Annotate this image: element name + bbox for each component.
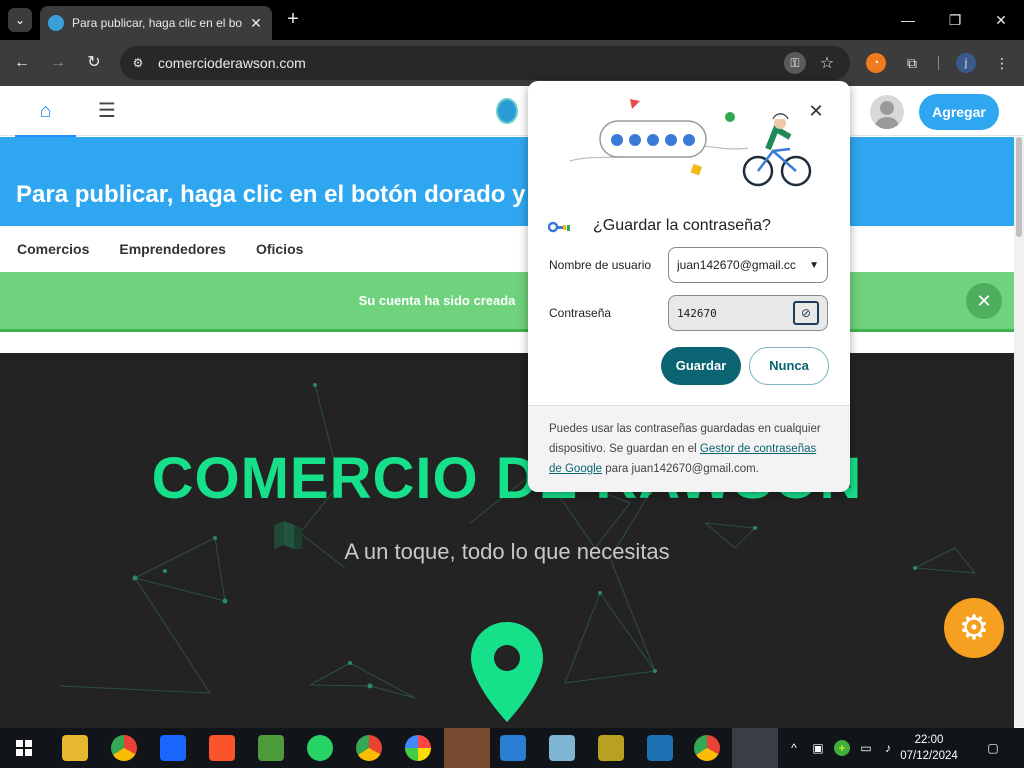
- chrome-profile-icon[interactable]: [356, 735, 382, 761]
- site-info-icon[interactable]: ⚙: [130, 55, 146, 71]
- category-oficios[interactable]: Oficios: [256, 241, 303, 257]
- tray-chevron-icon[interactable]: ^: [786, 740, 802, 756]
- chrome-active-icon[interactable]: [732, 728, 778, 768]
- never-save-button[interactable]: Nunca: [749, 347, 829, 385]
- bookmark-star-icon[interactable]: ☆: [816, 53, 838, 73]
- password-illustration: [569, 99, 812, 187]
- username-label: Nombre de usuario: [549, 258, 652, 272]
- minimize-icon[interactable]: —: [898, 10, 918, 30]
- back-arrow-icon[interactable]: ←: [12, 53, 32, 73]
- save-password-button[interactable]: Guardar: [661, 347, 741, 385]
- password-field[interactable]: 142670 ⊘: [668, 295, 828, 331]
- scrollbar-thumb[interactable]: [1016, 137, 1022, 237]
- close-popup-icon[interactable]: ✕: [806, 101, 826, 121]
- dialog-title: ¿Guardar la contraseña?: [593, 217, 771, 234]
- dialog-footer: Puedes usar las contraseñas guardadas en…: [528, 405, 850, 492]
- volume-icon[interactable]: ♪: [880, 740, 896, 756]
- hero-subtitle: A un toque, todo lo que necesitas: [344, 539, 670, 564]
- app-k-icon[interactable]: [160, 735, 186, 761]
- alert-close-icon[interactable]: ✕: [966, 283, 1002, 319]
- footer-text-end: para juan142670@gmail.com.: [602, 463, 759, 475]
- category-nav: Comercios Emprendedores Oficios: [0, 226, 1014, 272]
- clock-date: 07/12/2024: [900, 750, 958, 762]
- network-icon[interactable]: ▭: [858, 740, 874, 756]
- extension-icon[interactable]: ◔: [866, 53, 886, 73]
- taskbar: ^ ▣ + ▭ ♪ 22:00 07/12/2024 ▢: [0, 728, 1024, 768]
- chrome-icon[interactable]: [111, 735, 137, 761]
- active-tab[interactable]: Para publicar, haga clic en el bo ✕: [40, 6, 272, 40]
- close-tab-icon[interactable]: ✕: [248, 15, 264, 32]
- password-key-icon[interactable]: ⚿: [784, 52, 806, 74]
- url-text[interactable]: comercioderawson.com: [158, 55, 784, 71]
- file-explorer-icon[interactable]: [62, 735, 88, 761]
- color-app-icon[interactable]: [405, 735, 431, 761]
- home-icon[interactable]: ⌂: [15, 86, 76, 138]
- dropdown-arrow-icon[interactable]: ▼: [809, 260, 819, 271]
- success-alert: Su cuenta ha sido creada: [0, 272, 1014, 332]
- clock[interactable]: 22:00 07/12/2024: [896, 732, 962, 764]
- fireworks-icon[interactable]: [598, 735, 624, 761]
- tab-strip: ⌄ Para publicar, haga clic en el bo ✕ + …: [0, 0, 1024, 40]
- clock-time: 22:00: [914, 734, 944, 746]
- username-select[interactable]: juan142670@gmail.cc ▼: [668, 247, 828, 283]
- tab-title: Para publicar, haga clic en el bo: [72, 16, 243, 30]
- user-avatar[interactable]: [870, 95, 904, 129]
- category-comercios[interactable]: Comercios: [17, 241, 89, 257]
- web-page: ⌂ ☰ Agregar Para publicar, haga clic en …: [0, 86, 1024, 728]
- restore-icon[interactable]: ❐: [945, 10, 965, 30]
- browser-toolbar: ← → ↻ ⚙ comercioderawson.com ⚿ ☆ ◔ ⧉ j ⋮: [0, 40, 1024, 86]
- username-value: juan142670@gmail.cc: [677, 258, 796, 272]
- hero-title: COMERCIO DE RAWSON: [151, 446, 863, 511]
- brave-icon[interactable]: [209, 735, 235, 761]
- agregar-button[interactable]: Agregar: [919, 94, 999, 130]
- tray-app-icon[interactable]: +: [834, 740, 850, 756]
- pen-app-icon[interactable]: [444, 728, 490, 768]
- save-password-dialog: ✕ ¿Guardar la contraseña? Nombre de usua…: [528, 81, 850, 492]
- address-bar[interactable]: ⚙ comercioderawson.com ⚿ ☆: [120, 46, 850, 80]
- windows-start-icon[interactable]: [16, 740, 32, 756]
- toolbar-divider: [938, 56, 939, 70]
- tab-search-button[interactable]: ⌄: [8, 8, 32, 32]
- menu-dots-icon[interactable]: ⋮: [992, 53, 1012, 73]
- settings-gear-icon[interactable]: ⚙: [944, 598, 1004, 658]
- reload-icon[interactable]: ↻: [84, 53, 104, 73]
- hide-password-eye-icon[interactable]: ⊘: [793, 301, 819, 325]
- notifications-icon[interactable]: ▢: [984, 740, 1002, 756]
- publish-banner: Para publicar, haga clic en el botón dor…: [0, 137, 1014, 226]
- app-frame-icon[interactable]: [647, 735, 673, 761]
- new-tab-button[interactable]: +: [282, 8, 304, 30]
- password-value: 142670: [677, 306, 717, 320]
- site-logo-icon[interactable]: [496, 98, 518, 124]
- category-emprendedores[interactable]: Emprendedores: [119, 241, 226, 257]
- forward-arrow-icon[interactable]: →: [48, 53, 68, 73]
- map-pin-icon: [471, 622, 543, 722]
- app-notes-icon[interactable]: [549, 735, 575, 761]
- tray-device-icon[interactable]: ▣: [810, 740, 826, 756]
- hero-section: COMERCIO DE RAWSON A un toque, todo lo q…: [0, 353, 1014, 728]
- whatsapp-icon[interactable]: [307, 735, 333, 761]
- extensions-puzzle-icon[interactable]: ⧉: [902, 53, 922, 73]
- close-window-icon[interactable]: ✕: [991, 10, 1011, 30]
- key-icon: [548, 221, 570, 233]
- vscode-icon[interactable]: [500, 735, 526, 761]
- site-favicon: [48, 15, 64, 31]
- list-icon[interactable]: ☰: [82, 86, 132, 136]
- profile-avatar[interactable]: j: [956, 53, 976, 73]
- chrome-alt-icon[interactable]: [694, 735, 720, 761]
- password-label: Contraseña: [549, 306, 612, 320]
- spreadsheet-icon[interactable]: [258, 735, 284, 761]
